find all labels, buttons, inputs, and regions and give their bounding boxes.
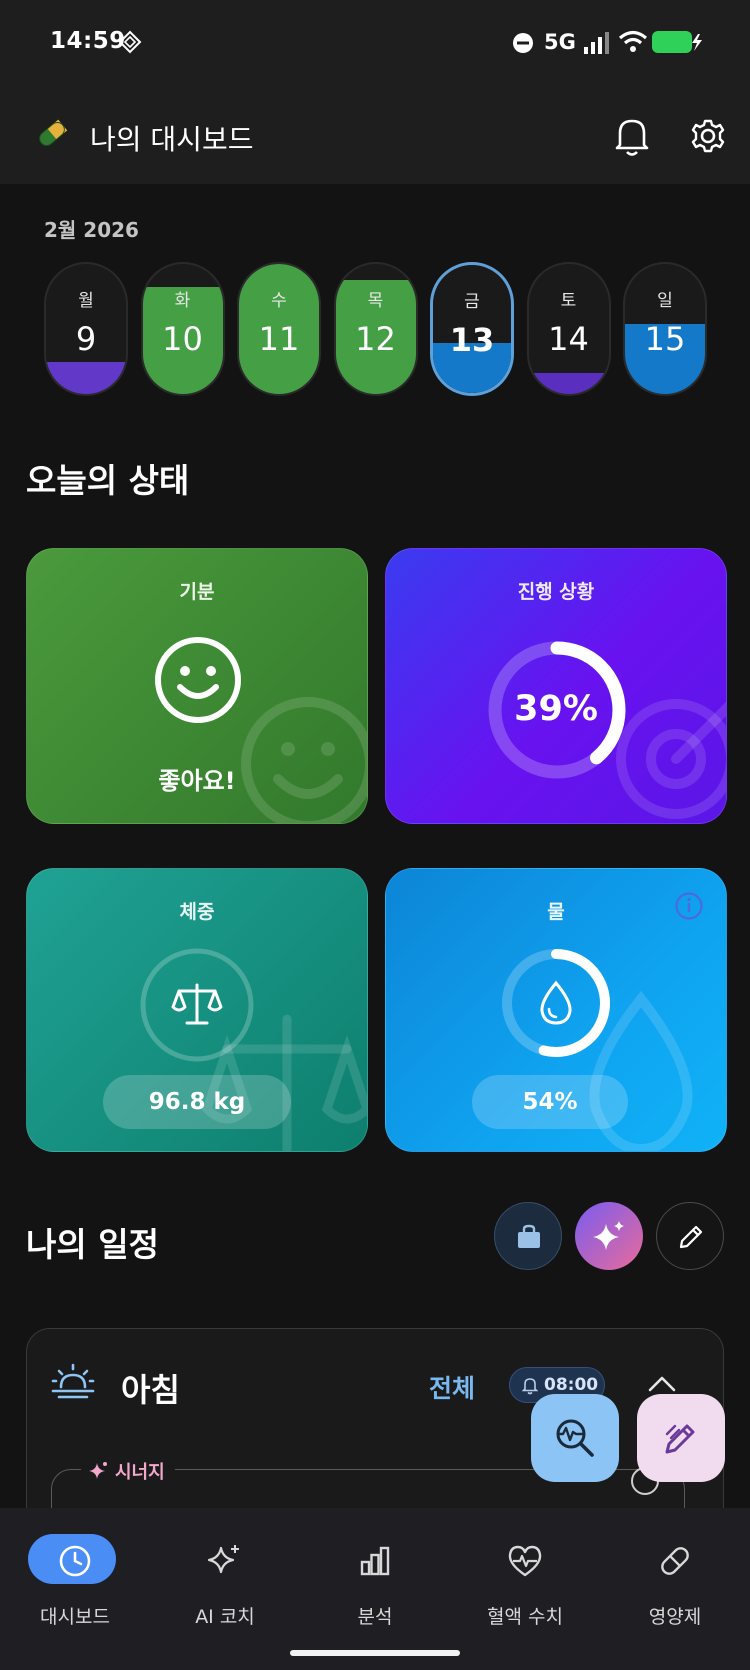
nav-label-analysis: 분석 <box>357 1606 393 1628</box>
morning-label: 아침 <box>121 1371 180 1409</box>
day-number: 13 <box>449 321 495 359</box>
mood-label: 기분 <box>179 581 215 603</box>
ai-sparkle-button[interactable] <box>575 1202 643 1270</box>
calendar-day-11[interactable]: 수 11 <box>237 262 321 396</box>
day-number: 15 <box>644 320 686 358</box>
do-not-disturb-icon <box>513 33 533 53</box>
day-number: 14 <box>548 320 589 358</box>
today-status-title: 오늘의 상태 <box>26 461 190 500</box>
pill-icon <box>661 1547 689 1575</box>
status-time: 14:59 <box>50 28 126 54</box>
shopping-bag-icon <box>518 1224 540 1248</box>
view-all-link[interactable]: 전체 <box>429 1369 475 1405</box>
alarm-bell-icon <box>522 1378 538 1395</box>
weight-label: 체중 <box>179 901 215 923</box>
day-completion-fill <box>46 361 126 394</box>
day-weekday: 금 <box>464 292 480 312</box>
signal-icon <box>584 32 609 54</box>
progress-value: 39% <box>514 689 598 729</box>
nav-label-blood-levels: 혈액 수치 <box>487 1606 563 1628</box>
water-label: 물 <box>547 901 565 923</box>
analysis-fab[interactable] <box>531 1394 619 1482</box>
status-bar: 14:59 5G <box>0 0 750 88</box>
day-weekday: 토 <box>560 291 577 311</box>
water-card[interactable]: 물 54% <box>385 868 727 1152</box>
calendar-day-15[interactable]: 일 15 <box>623 262 707 396</box>
synergy-sparkle-icon <box>89 1462 107 1479</box>
day-weekday: 화 <box>174 291 191 311</box>
network-type: 5G <box>544 30 576 54</box>
schedule-title: 나의 일정 <box>26 1225 159 1264</box>
synergy-header: 시너지 <box>81 1455 175 1485</box>
app-notification-icon <box>118 30 142 54</box>
calendar-day-14[interactable]: 토 14 <box>526 262 611 396</box>
weight-value: 96.8 kg <box>103 1075 291 1129</box>
nav-label-dashboard: 대시보드 <box>40 1606 110 1628</box>
bottom-navigation: 대시보드 AI 코치 분석 혈액 수치 영양제 <box>0 1508 750 1670</box>
day-number: 12 <box>355 320 396 358</box>
water-value: 54% <box>472 1075 628 1129</box>
day-weekday: 월 <box>78 291 94 311</box>
day-weekday: 일 <box>657 291 673 311</box>
heart-pulse-icon <box>508 1545 542 1577</box>
weight-card[interactable]: 체중 96.8 kg <box>26 868 368 1152</box>
clock-icon <box>59 1545 91 1577</box>
water-drop-icon <box>540 980 572 1025</box>
search-pulse-icon <box>556 1419 594 1457</box>
month-label: 2월 2026 <box>44 218 139 242</box>
calendar-day-12[interactable]: 목 12 <box>333 262 418 396</box>
shop-bag-button[interactable] <box>494 1202 562 1270</box>
day-number: 9 <box>75 320 97 358</box>
settings-gear-icon[interactable] <box>688 114 728 158</box>
day-weekday: 수 <box>271 291 287 311</box>
sparkles-icon <box>207 1545 239 1574</box>
calendar-day-10[interactable]: 화 10 <box>140 262 225 396</box>
nav-label-supplements: 영양제 <box>648 1606 702 1628</box>
day-weekday: 목 <box>367 291 384 311</box>
balance-scale-icon <box>171 983 223 1025</box>
edit-schedule-button[interactable] <box>656 1202 724 1270</box>
mood-watermark-icon <box>241 697 367 823</box>
write-note-fab[interactable] <box>637 1394 725 1482</box>
synergy-label: 시너지 <box>115 1462 165 1483</box>
calendar-day-13[interactable]: 금 13 <box>430 262 514 396</box>
app-bar: 나의 대시보드 <box>0 88 750 184</box>
sunrise-icon <box>51 1363 95 1399</box>
home-indicator <box>290 1650 460 1656</box>
mood-value: 좋아요! <box>158 767 236 795</box>
edit-sparkle-icon <box>665 1424 695 1454</box>
calendar-day-9[interactable]: 월9 <box>44 262 128 396</box>
sparkles-icon <box>593 1221 624 1250</box>
wifi-icon <box>618 30 648 52</box>
pencil-icon <box>679 1225 703 1249</box>
progress-label: 진행 상황 <box>517 581 595 603</box>
smiley-face-icon <box>155 637 241 723</box>
day-number: 11 <box>258 320 300 358</box>
battery-charging-icon <box>652 31 702 53</box>
day-number: 10 <box>162 320 203 358</box>
bar-chart-icon <box>360 1546 390 1576</box>
app-logo-icon <box>39 119 68 146</box>
notification-bell-icon[interactable] <box>612 114 652 158</box>
mood-card[interactable]: 기분 좋아요! <box>26 548 368 824</box>
page-title: 나의 대시보드 <box>90 123 254 156</box>
nav-label-ai-coach: AI 코치 <box>195 1606 255 1628</box>
alarm-time: 08:00 <box>544 1375 599 1395</box>
day-completion-fill <box>528 373 609 394</box>
progress-card[interactable]: 진행 상황 39% <box>385 548 727 824</box>
chevron-up-icon[interactable] <box>647 1375 677 1393</box>
